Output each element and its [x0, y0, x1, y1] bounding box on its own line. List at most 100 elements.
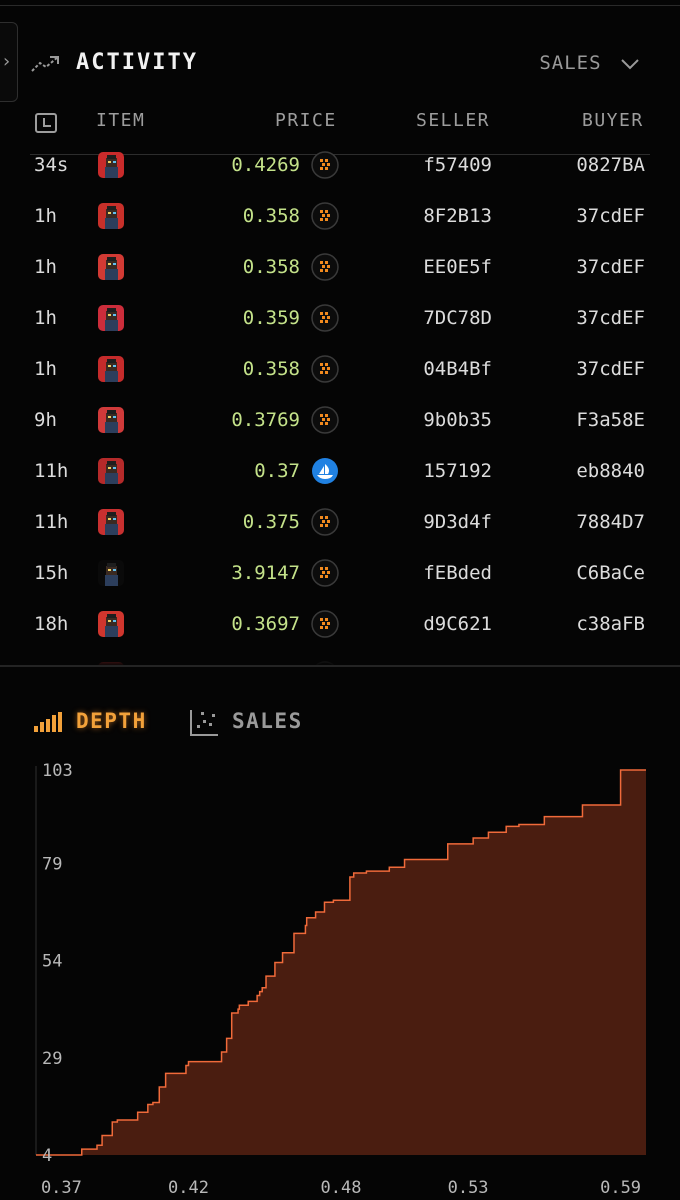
activity-title: ACTIVITY	[76, 50, 198, 75]
x-tick-label: 0.59	[600, 1178, 641, 1198]
row-price: 0.4269	[231, 154, 300, 176]
row-price: 0.3697	[231, 613, 300, 635]
row-time: 18h	[34, 613, 69, 635]
row-seller[interactable]: EE0E5f	[423, 256, 492, 278]
nft-thumbnail[interactable]	[98, 305, 124, 331]
trending-up-icon	[31, 56, 59, 72]
nft-thumbnail[interactable]	[98, 203, 124, 229]
row-seller[interactable]: d9C621	[423, 613, 492, 635]
table-row[interactable]: 34s 0.4269 f57409 0827BA	[0, 140, 680, 191]
y-tick-label: 4	[42, 1146, 52, 1166]
table-row[interactable]: 15h 3.9147 fEBded C6BaCe	[0, 548, 680, 599]
depth-area	[36, 770, 646, 1155]
row-price: 3.9147	[231, 562, 300, 584]
blur-token-icon	[311, 559, 339, 587]
table-row[interactable]: 11h 0.375 9D3d4f 7884D7	[0, 497, 680, 548]
depth-chart[interactable]: 4 29 54 79 103 0.37 0.42 0.48 0.53 0.59	[0, 750, 680, 1200]
row-time: 15h	[34, 562, 69, 584]
table-row[interactable]: 1h 0.359 7DC78D 37cdEF	[0, 293, 680, 344]
list-fade	[0, 648, 680, 666]
nft-thumbnail[interactable]	[98, 254, 124, 280]
blur-token-icon	[311, 151, 339, 179]
clock-icon	[35, 113, 57, 133]
y-tick-label: 79	[42, 854, 62, 874]
row-seller[interactable]: fEBded	[423, 562, 492, 584]
row-seller[interactable]: f57409	[423, 154, 492, 176]
table-row[interactable]: 1h 0.358 EE0E5f 37cdEF	[0, 242, 680, 293]
row-price: 0.358	[242, 256, 300, 278]
row-price: 0.358	[242, 205, 300, 227]
row-buyer[interactable]: F3a58E	[576, 409, 645, 431]
tab-depth[interactable]: DEPTH	[32, 706, 172, 740]
row-buyer[interactable]: 7884D7	[576, 511, 645, 533]
nft-thumbnail[interactable]	[98, 458, 124, 484]
row-price: 0.37	[254, 460, 300, 482]
blur-token-icon	[311, 355, 339, 383]
row-seller[interactable]: 9b0b35	[423, 409, 492, 431]
blur-token-icon	[311, 508, 339, 536]
row-buyer[interactable]: 0827BA	[576, 154, 645, 176]
x-tick-label: 0.48	[321, 1178, 362, 1198]
row-price: 0.3769	[231, 409, 300, 431]
scatter-chart-icon	[190, 710, 218, 736]
row-time: 1h	[34, 256, 57, 278]
tab-sales[interactable]: SALES	[188, 706, 328, 740]
x-tick-label: 0.37	[41, 1178, 82, 1198]
row-time: 11h	[34, 460, 69, 482]
row-seller[interactable]: 7DC78D	[423, 307, 492, 329]
row-price: 0.359	[242, 307, 300, 329]
activity-list[interactable]: 34s 0.4269 f57409 0827BA 1h 0.358 8F2B13 37cdEF…	[0, 140, 680, 665]
activity-filter-dropdown[interactable]: SALES	[539, 52, 640, 74]
row-buyer[interactable]: C6BaCe	[576, 562, 645, 584]
sidebar-toggle-tab[interactable]: ›	[0, 22, 18, 102]
row-seller[interactable]: 157192	[423, 460, 492, 482]
chevron-down-icon	[621, 58, 639, 69]
y-tick-label: 29	[42, 1049, 62, 1069]
activity-filter-label: SALES	[539, 52, 602, 74]
nft-thumbnail[interactable]	[98, 152, 124, 178]
x-tick-label: 0.42	[168, 1178, 209, 1198]
chevron-right-icon: ›	[1, 51, 12, 72]
activity-header: ACTIVITY SALES	[30, 48, 650, 80]
row-time: 1h	[34, 307, 57, 329]
row-seller[interactable]: 9D3d4f	[423, 511, 492, 533]
table-row[interactable]: 18h 0.3697 d9C621 c38aFB	[0, 599, 680, 650]
blur-token-icon	[311, 253, 339, 281]
row-seller[interactable]: 04B4Bf	[423, 358, 492, 380]
row-buyer[interactable]: 37cdEF	[576, 256, 645, 278]
nft-thumbnail[interactable]	[98, 407, 124, 433]
row-price: 0.375	[242, 511, 300, 533]
tab-sales-label: SALES	[232, 709, 303, 733]
opensea-icon	[311, 457, 339, 485]
table-row[interactable]: 11h 0.37 157192 eb8840	[0, 446, 680, 497]
row-buyer[interactable]: 37cdEF	[576, 358, 645, 380]
row-buyer[interactable]: c38aFB	[576, 613, 645, 635]
nft-thumbnail[interactable]	[98, 356, 124, 382]
nft-thumbnail[interactable]	[98, 560, 124, 586]
row-time: 1h	[34, 358, 57, 380]
nft-thumbnail[interactable]	[98, 611, 124, 637]
column-header-buyer[interactable]: BUYER	[582, 110, 644, 136]
row-seller[interactable]: 8F2B13	[423, 205, 492, 227]
column-header-price[interactable]: PRICE	[275, 110, 337, 136]
x-tick-label: 0.53	[448, 1178, 489, 1198]
bar-chart-icon	[34, 712, 62, 732]
blur-token-icon	[311, 610, 339, 638]
row-time: 11h	[34, 511, 69, 533]
blur-token-icon	[311, 406, 339, 434]
table-row[interactable]: 1h 0.358 04B4Bf 37cdEF	[0, 344, 680, 395]
row-time: 1h	[34, 205, 57, 227]
tab-depth-label: DEPTH	[76, 709, 147, 733]
row-buyer[interactable]: 37cdEF	[576, 205, 645, 227]
row-buyer[interactable]: eb8840	[576, 460, 645, 482]
row-time: 34s	[34, 154, 69, 176]
column-header-seller[interactable]: SELLER	[416, 110, 490, 136]
section-divider	[0, 665, 680, 667]
row-price: 0.358	[242, 358, 300, 380]
y-tick-label: 54	[42, 952, 62, 972]
table-row[interactable]: 1h 0.358 8F2B13 37cdEF	[0, 191, 680, 242]
table-row[interactable]: 9h 0.3769 9b0b35 F3a58E	[0, 395, 680, 446]
column-header-item[interactable]: ITEM	[96, 110, 145, 136]
nft-thumbnail[interactable]	[98, 509, 124, 535]
row-buyer[interactable]: 37cdEF	[576, 307, 645, 329]
